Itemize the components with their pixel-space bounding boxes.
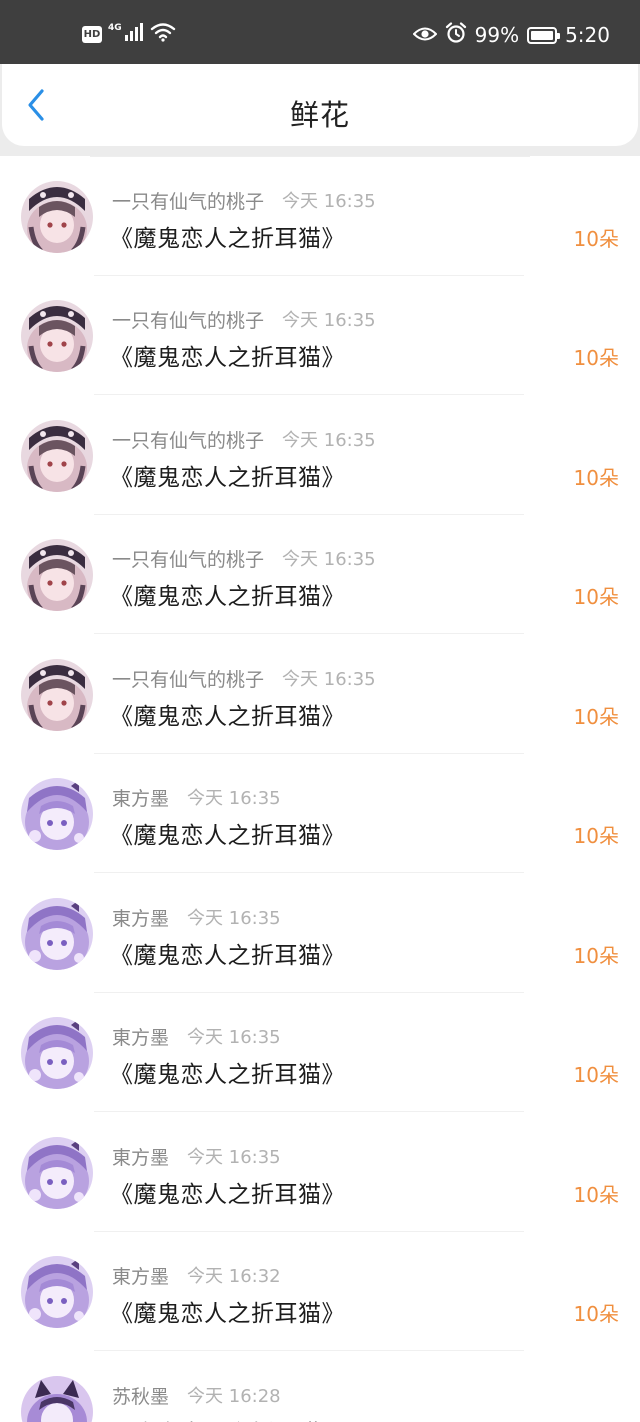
record-meta: 一只有仙气的桃子 今天 16:35 (112, 306, 376, 332)
record-meta: 東方墨 今天 16:32 (112, 1262, 281, 1288)
list-item[interactable]: 東方墨 今天 16:35 《魔鬼恋人之折耳猫》 10朵 (0, 754, 640, 873)
avatar[interactable] (21, 898, 93, 970)
book-title: 《魔鬼恋人之折耳猫》 (110, 345, 345, 371)
list-item[interactable]: 一只有仙气的桃子 今天 16:35 《魔鬼恋人之折耳猫》 10朵 (0, 157, 640, 276)
list-divider (94, 1350, 524, 1351)
avatar[interactable] (21, 1376, 93, 1422)
flower-count: 10朵 (573, 466, 619, 490)
eye-icon (412, 23, 438, 47)
book-title: 《魔鬼恋人之折耳猫》 (110, 1182, 345, 1208)
book-title: 《魔鬼恋人之折耳猫》 (110, 943, 345, 969)
timestamp: 今天 16:35 (282, 191, 376, 212)
book-title: 《魔鬼恋人之折耳猫》 (110, 584, 345, 610)
username[interactable]: 東方墨 (112, 904, 169, 931)
avatar[interactable] (21, 778, 93, 850)
list-divider (94, 872, 524, 873)
network-type-label: 4G (108, 23, 122, 33)
status-bar-right: 99% 5:20 (412, 21, 610, 49)
status-bar-left: HD 4G (82, 22, 176, 46)
timestamp: 今天 16:35 (282, 430, 376, 451)
username[interactable]: 東方墨 (112, 784, 169, 811)
clock: 5:20 (565, 23, 610, 47)
list-item[interactable]: 一只有仙气的桃子 今天 16:35 《魔鬼恋人之折耳猫》 10朵 (0, 276, 640, 395)
signal-icon (124, 23, 144, 45)
username[interactable]: 一只有仙气的桃子 (112, 306, 264, 333)
username[interactable]: 一只有仙气的桃子 (112, 545, 264, 572)
record-meta: 東方墨 今天 16:35 (112, 784, 281, 810)
timestamp: 今天 16:35 (187, 1147, 281, 1168)
record-meta: 東方墨 今天 16:35 (112, 1143, 281, 1169)
avatar[interactable] (21, 1137, 93, 1209)
record-meta: 東方墨 今天 16:35 (112, 1023, 281, 1049)
record-meta: 一只有仙气的桃子 今天 16:35 (112, 426, 376, 452)
timestamp: 今天 16:35 (187, 908, 281, 929)
username[interactable]: 一只有仙气的桃子 (112, 426, 264, 453)
username[interactable]: 東方墨 (112, 1143, 169, 1170)
alarm-icon (445, 21, 467, 49)
book-title: 《魔鬼恋人之折耳猫》 (110, 1301, 345, 1327)
record-meta: 一只有仙气的桃子 今天 16:35 (112, 187, 376, 213)
page-title: 鲜花 (289, 98, 350, 132)
book-title: 《魔鬼恋人之折耳猫》 (110, 823, 345, 849)
record-meta: 東方墨 今天 16:35 (112, 904, 281, 930)
flower-count: 10朵 (573, 585, 619, 609)
username[interactable]: 一只有仙气的桃子 (112, 665, 264, 692)
timestamp: 今天 16:32 (187, 1266, 281, 1287)
list-item[interactable]: 東方墨 今天 16:35 《魔鬼恋人之折耳猫》 10朵 (0, 874, 640, 993)
flower-count: 10朵 (573, 1302, 619, 1326)
book-title: 《魔鬼恋人之折耳猫》 (110, 1414, 345, 1422)
book-title: 《魔鬼恋人之折耳猫》 (110, 226, 345, 252)
list-item[interactable]: 一只有仙气的桃子 今天 16:35 《魔鬼恋人之折耳猫》 10朵 (0, 635, 640, 754)
flower-count: 10朵 (573, 944, 619, 968)
flower-count: 10朵 (573, 705, 619, 729)
timestamp: 今天 16:35 (187, 1027, 281, 1048)
avatar[interactable] (21, 1017, 93, 1089)
timestamp: 今天 16:28 (187, 1386, 281, 1407)
timestamp: 今天 16:35 (187, 788, 281, 809)
list-divider (94, 394, 524, 395)
wifi-icon (150, 22, 176, 46)
flower-record-list: 一只有仙气的桃子 今天 16:35 《魔鬼恋人之折耳猫》 10朵 一只有仙气的桃子 今天 … (0, 156, 640, 1422)
flower-count: 10朵 (573, 1183, 619, 1207)
avatar[interactable] (21, 1256, 93, 1328)
record-meta: 苏秋墨 今天 16:28 (112, 1382, 281, 1408)
username[interactable]: 苏秋墨 (112, 1382, 169, 1409)
timestamp: 今天 16:35 (282, 310, 376, 331)
list-item[interactable]: 東方墨 今天 16:32 《魔鬼恋人之折耳猫》 10朵 (0, 1232, 640, 1351)
list-item[interactable]: 一只有仙气的桃子 今天 16:35 《魔鬼恋人之折耳猫》 10朵 (0, 396, 640, 515)
hd-icon: HD (82, 25, 102, 43)
avatar[interactable] (21, 181, 93, 253)
list-item[interactable]: 東方墨 今天 16:35 《魔鬼恋人之折耳猫》 10朵 (0, 993, 640, 1112)
timestamp: 今天 16:35 (282, 549, 376, 570)
username[interactable]: 東方墨 (112, 1262, 169, 1289)
timestamp: 今天 16:35 (282, 669, 376, 690)
list-divider (94, 633, 524, 634)
username[interactable]: 一只有仙气的桃子 (112, 187, 264, 214)
avatar[interactable] (21, 539, 93, 611)
battery-icon (527, 26, 561, 44)
flower-count: 10朵 (574, 1418, 619, 1422)
flower-count: 10朵 (573, 346, 619, 370)
list-item[interactable]: 東方墨 今天 16:35 《魔鬼恋人之折耳猫》 10朵 (0, 1113, 640, 1232)
book-title: 《魔鬼恋人之折耳猫》 (110, 704, 345, 730)
flower-count: 10朵 (573, 1063, 619, 1087)
list-divider (94, 1111, 524, 1112)
avatar[interactable] (21, 420, 93, 492)
record-meta: 一只有仙气的桃子 今天 16:35 (112, 545, 376, 571)
book-title: 《魔鬼恋人之折耳猫》 (110, 1062, 345, 1088)
book-title: 《魔鬼恋人之折耳猫》 (110, 465, 345, 491)
record-meta: 一只有仙气的桃子 今天 16:35 (112, 665, 376, 691)
avatar[interactable] (21, 659, 93, 731)
battery-percent: 99% (474, 23, 520, 47)
list-item[interactable]: 一只有仙气的桃子 今天 16:35 《魔鬼恋人之折耳猫》 10朵 (0, 515, 640, 634)
flower-count: 10朵 (573, 227, 619, 251)
username[interactable]: 東方墨 (112, 1023, 169, 1050)
flower-count: 10朵 (573, 824, 619, 848)
list-item[interactable]: 苏秋墨今天 16:28 《魔鬼恋人之折耳猫》 10朵 (0, 1352, 640, 1422)
status-bar: HD 4G 99% 5:20 (0, 0, 640, 64)
avatar[interactable] (21, 300, 93, 372)
header: 鲜花 (2, 64, 638, 146)
